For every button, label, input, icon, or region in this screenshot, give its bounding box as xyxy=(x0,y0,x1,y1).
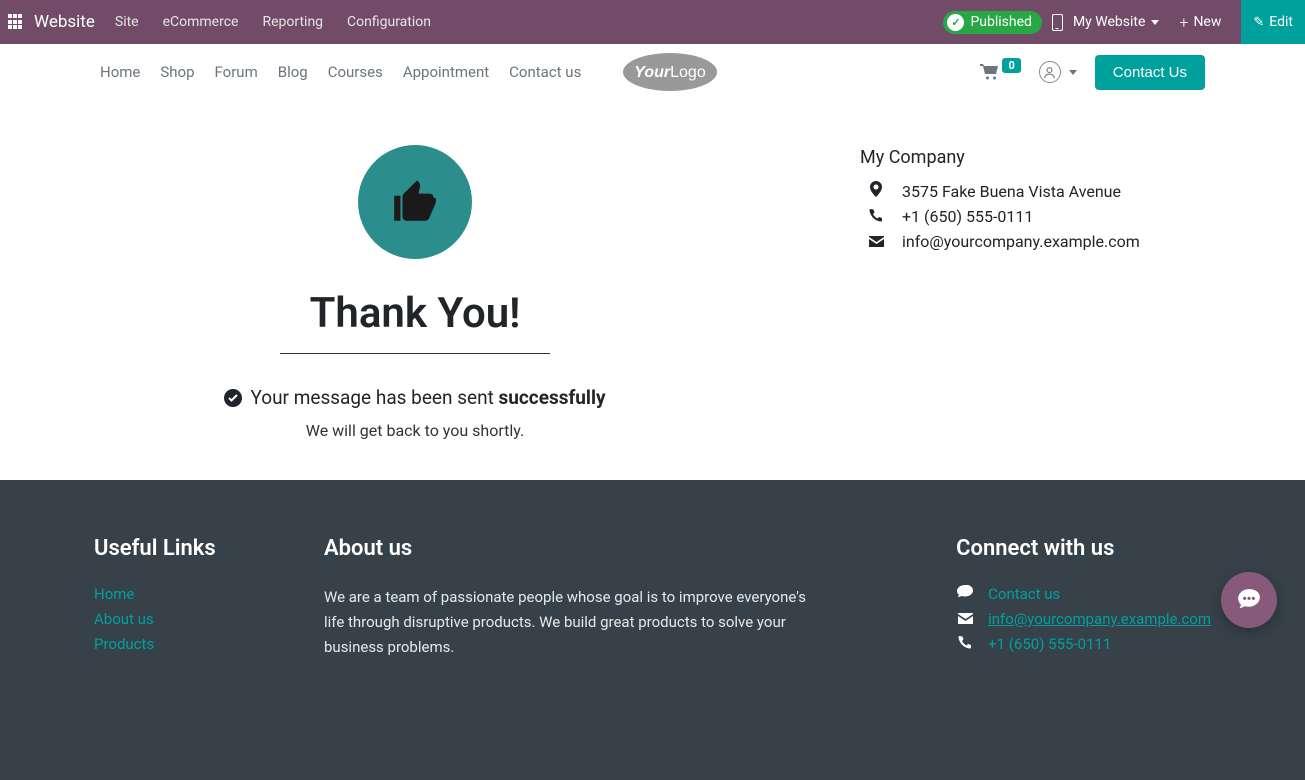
footer-connect: Connect with us Contact us info@yourcomp… xyxy=(956,536,1211,660)
admin-topbar: Website Site eCommerce Reporting Configu… xyxy=(0,0,1305,44)
mobile-preview-icon[interactable] xyxy=(1052,14,1063,31)
company-info-panel: My Company 3575 Fake Buena Vista Avenue … xyxy=(730,135,1205,440)
menu-configuration[interactable]: Configuration xyxy=(347,14,431,30)
footer-link-products[interactable]: Products xyxy=(94,635,284,653)
thank-you-panel: Thank You! Your message has been sent su… xyxy=(100,135,730,440)
nav-appointment[interactable]: Appointment xyxy=(403,63,489,81)
nav-home[interactable]: Home xyxy=(100,63,140,81)
caret-down-icon xyxy=(1151,20,1159,25)
nav-contact[interactable]: Contact us xyxy=(509,63,581,81)
company-address: 3575 Fake Buena Vista Avenue xyxy=(902,182,1121,201)
plus-icon: + xyxy=(1179,13,1188,32)
edit-button[interactable]: ✎ Edit xyxy=(1241,0,1305,44)
divider xyxy=(280,353,550,354)
company-email-line: info@yourcompany.example.com xyxy=(866,229,1205,254)
app-name: Website xyxy=(34,12,95,32)
nav-forum[interactable]: Forum xyxy=(215,63,258,81)
cart-count-badge: 0 xyxy=(1002,58,1020,73)
connect-email-link[interactable]: info@yourcompany.example.com xyxy=(988,610,1211,628)
thumbs-up-icon xyxy=(358,145,472,259)
envelope-icon xyxy=(866,233,886,251)
success-message: Your message has been sent successfully xyxy=(100,386,730,409)
check-icon: ✓ xyxy=(947,14,964,31)
footer: Useful Links Home About us Products Abou… xyxy=(0,480,1305,780)
phone-icon xyxy=(866,208,886,226)
nav-links: Home Shop Forum Blog Courses Appointment… xyxy=(100,53,717,91)
user-menu[interactable] xyxy=(1039,61,1077,83)
chat-icon xyxy=(1236,587,1262,613)
footer-link-home[interactable]: Home xyxy=(94,585,284,603)
company-address-line: 3575 Fake Buena Vista Avenue xyxy=(866,178,1205,204)
logo[interactable]: YourLogo xyxy=(623,53,717,91)
apps-grid-icon[interactable] xyxy=(8,14,24,30)
pencil-icon: ✎ xyxy=(1253,15,1264,30)
nav-courses[interactable]: Courses xyxy=(328,63,383,81)
connect-contact-line: Contact us xyxy=(956,585,1211,603)
connect-phone-line: +1 (650) 555-0111 xyxy=(956,635,1211,653)
footer-useful-links: Useful Links Home About us Products xyxy=(94,536,284,660)
published-toggle[interactable]: ✓ Published xyxy=(943,11,1041,34)
cart-button[interactable]: 0 xyxy=(980,64,1020,81)
thank-you-heading: Thank You! xyxy=(100,289,730,338)
chat-fab[interactable] xyxy=(1221,572,1277,628)
new-label: New xyxy=(1193,14,1221,30)
main-content: Thank You! Your message has been sent su… xyxy=(0,100,1305,480)
menu-site[interactable]: Site xyxy=(115,14,139,30)
followup-text: We will get back to you shortly. xyxy=(100,421,730,440)
connect-title: Connect with us xyxy=(956,536,1211,561)
nav-blog[interactable]: Blog xyxy=(278,63,308,81)
useful-links-title: Useful Links xyxy=(94,536,284,561)
company-phone-line: +1 (650) 555-0111 xyxy=(866,204,1205,229)
envelope-icon xyxy=(956,610,974,628)
menu-ecommerce[interactable]: eCommerce xyxy=(163,14,239,30)
site-navbar: Home Shop Forum Blog Courses Appointment… xyxy=(0,44,1305,100)
new-button[interactable]: + New xyxy=(1169,0,1231,44)
edit-label: Edit xyxy=(1269,14,1293,30)
company-name: My Company xyxy=(860,147,1205,168)
cart-icon xyxy=(980,64,1000,81)
published-label: Published xyxy=(970,14,1031,30)
caret-down-icon xyxy=(1069,70,1077,75)
top-menu: Site eCommerce Reporting Configuration xyxy=(115,14,944,30)
about-us-text: We are a team of passionate people whose… xyxy=(324,585,824,659)
site-selector[interactable]: My Website xyxy=(1073,14,1159,30)
connect-email-line: info@yourcompany.example.com xyxy=(956,610,1211,628)
footer-about: About us We are a team of passionate peo… xyxy=(324,536,824,660)
company-phone: +1 (650) 555-0111 xyxy=(902,207,1033,226)
check-circle-icon xyxy=(224,389,242,407)
map-marker-icon xyxy=(866,181,886,201)
contact-us-button[interactable]: Contact Us xyxy=(1095,55,1205,90)
connect-contact-link[interactable]: Contact us xyxy=(988,585,1060,603)
menu-reporting[interactable]: Reporting xyxy=(262,14,323,30)
success-bold: successfully xyxy=(499,386,606,409)
company-email: info@yourcompany.example.com xyxy=(902,232,1140,251)
connect-phone-link[interactable]: +1 (650) 555-0111 xyxy=(988,635,1111,653)
phone-icon xyxy=(956,635,974,653)
site-selector-label: My Website xyxy=(1073,14,1145,30)
success-prefix: Your message has been sent xyxy=(250,386,498,409)
user-icon xyxy=(1039,61,1061,83)
about-us-title: About us xyxy=(324,536,824,561)
svg-text:YourLogo: YourLogo xyxy=(635,64,707,81)
footer-link-about[interactable]: About us xyxy=(94,610,284,628)
speech-bubble-icon xyxy=(956,585,974,603)
nav-shop[interactable]: Shop xyxy=(160,63,194,81)
